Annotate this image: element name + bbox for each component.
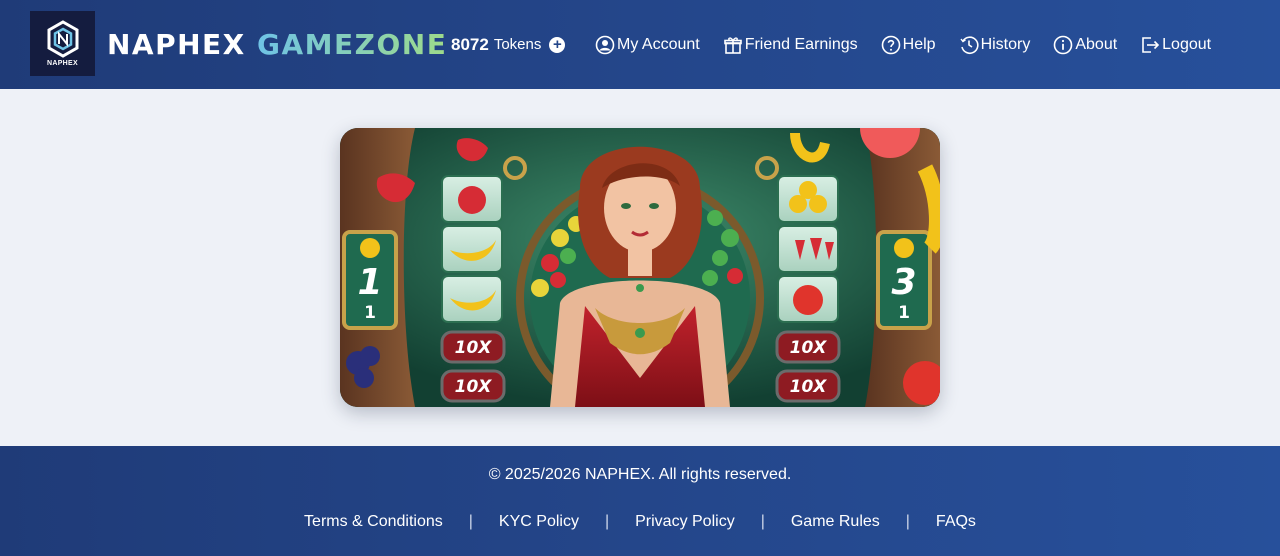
- footer-divider: |: [760, 513, 765, 530]
- logo-caption: NAPHEX: [47, 60, 78, 67]
- right-multiplier-1: 10X: [790, 338, 828, 358]
- info-circle-icon: [1054, 35, 1073, 54]
- right-counter-small: 1: [898, 303, 910, 323]
- left-counter-small: 1: [364, 303, 376, 323]
- menu-label-my-account: My Account: [617, 35, 700, 53]
- footer-divider: |: [468, 513, 473, 530]
- menu-label-logout: Logout: [1162, 35, 1212, 53]
- right-counter-big: 3: [891, 262, 916, 303]
- footer-link-game-rules[interactable]: Game Rules: [791, 513, 880, 531]
- naphex-logo[interactable]: NAPHEX: [30, 11, 95, 76]
- left-multiplier-1: 10X: [455, 338, 493, 358]
- site-header: NAPHEX NAPHEX GAMEZONE 8072 Tokens + My …: [0, 0, 1280, 89]
- footer-links: Terms & Conditions | KYC Policy | Privac…: [0, 513, 1280, 531]
- gift-icon: [723, 36, 742, 54]
- brand-title: NAPHEX GAMEZONE: [107, 28, 447, 61]
- token-balance: 8072 Tokens +: [451, 0, 566, 89]
- token-label: Tokens: [493, 36, 542, 53]
- main-menu: My Account Friend Earnings Help History …: [595, 0, 1234, 89]
- menu-my-account[interactable]: My Account: [595, 35, 700, 55]
- game-banner[interactable]: 10X 10X 10X 10X 1 1 3 1: [340, 128, 940, 407]
- add-tokens-plus-icon[interactable]: +: [549, 36, 566, 53]
- menu-about[interactable]: About: [1053, 35, 1117, 55]
- hexagon-logo-icon: [47, 20, 78, 58]
- footer-link-faqs[interactable]: FAQs: [936, 513, 976, 531]
- brand-word-gamezone: GAMEZONE: [257, 28, 448, 61]
- user-circle-icon: [595, 35, 615, 54]
- question-circle-icon: [881, 35, 900, 54]
- footer-divider: |: [604, 513, 610, 530]
- token-count: 8072: [451, 34, 489, 54]
- left-counter: 1 1: [342, 230, 398, 330]
- menu-history[interactable]: History: [959, 35, 1031, 55]
- menu-label-help: Help: [902, 35, 936, 53]
- left-multiplier-2: 10X: [455, 377, 493, 397]
- menu-friend-earnings[interactable]: Friend Earnings: [723, 35, 858, 55]
- footer-link-kyc[interactable]: KYC Policy: [499, 513, 579, 531]
- menu-logout[interactable]: Logout: [1140, 35, 1211, 55]
- right-multiplier-2: 10X: [790, 377, 828, 397]
- footer-divider: |: [905, 513, 910, 530]
- footer-link-terms[interactable]: Terms & Conditions: [304, 513, 443, 531]
- history-icon: [960, 35, 979, 54]
- fruit-slot-banner-illustration: 10X 10X 10X 10X 1 1 3 1: [340, 128, 940, 407]
- left-counter-big: 1: [357, 262, 382, 303]
- copyright-text: © 2025/2026 NAPHEX. All rights reserved.: [488, 466, 792, 483]
- brand-word-naphex: NAPHEX: [107, 28, 246, 61]
- right-counter: 3 1: [876, 230, 932, 330]
- footer-link-privacy[interactable]: Privacy Policy: [635, 513, 735, 531]
- site-footer: © 2025/2026 NAPHEX. All rights reserved.…: [0, 446, 1280, 556]
- menu-label-about: About: [1075, 35, 1118, 53]
- menu-help[interactable]: Help: [881, 35, 936, 55]
- menu-label-history: History: [980, 35, 1031, 53]
- logout-icon: [1142, 36, 1160, 53]
- menu-label-friend-earnings: Friend Earnings: [744, 35, 858, 53]
